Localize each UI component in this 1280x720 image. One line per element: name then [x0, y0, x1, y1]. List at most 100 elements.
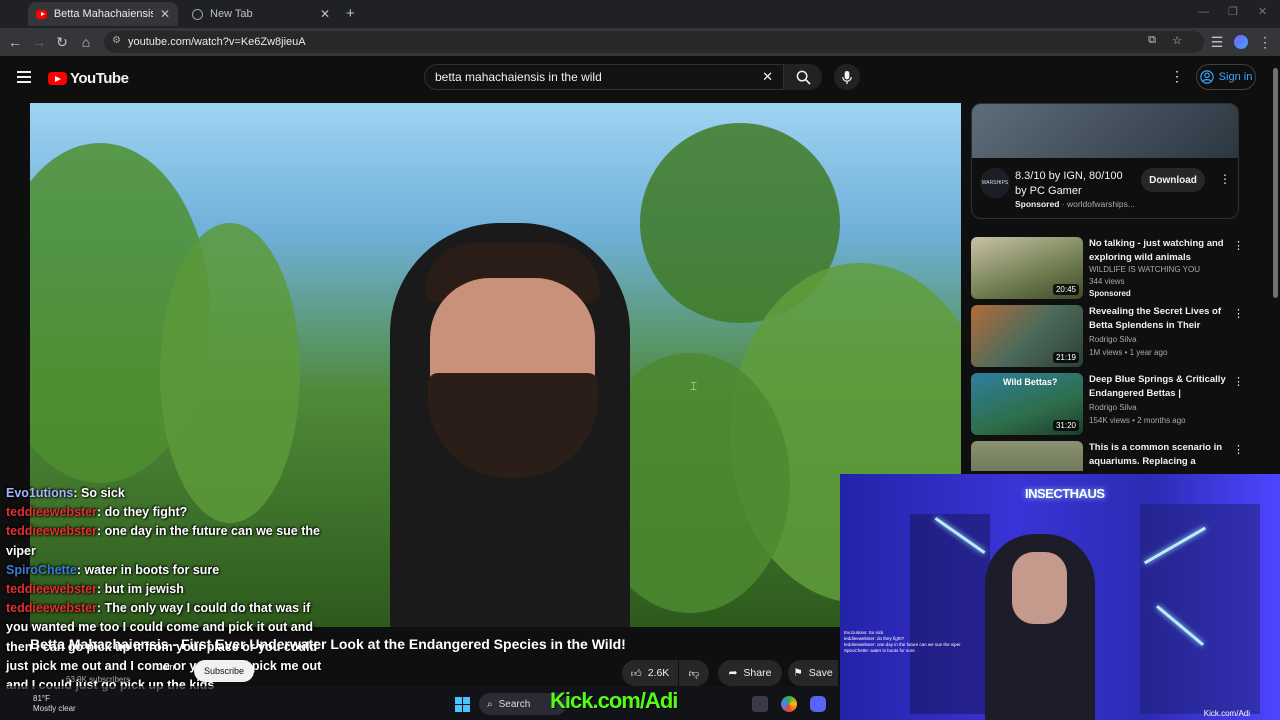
bookmark-star-icon[interactable]: ☆	[1172, 34, 1182, 47]
ad-banner-image	[972, 104, 1238, 158]
channel-name[interactable]: Rodrigo Silva	[1089, 403, 1137, 412]
save-label: Save	[808, 667, 833, 679]
streamer-webcam-overlay: INSECTHAUS Evo1utions: So sick teddieewe…	[840, 474, 1280, 720]
recommended-title[interactable]: No talking - just watching and exploring…	[1089, 237, 1227, 264]
maximize-icon[interactable]: ❐	[1228, 5, 1238, 18]
search-value: betta mahachaiensis in the wild	[435, 70, 602, 84]
video-menu-icon[interactable]: ⋮	[1233, 375, 1244, 388]
dislike-button[interactable]: 👎︎	[679, 660, 709, 686]
hamburger-menu-icon[interactable]	[17, 71, 31, 73]
clear-search-icon[interactable]: ✕	[762, 69, 773, 85]
streamer-handle: Kick.com/Adi	[1203, 709, 1250, 718]
sign-in-label: Sign in	[1218, 71, 1253, 83]
video-menu-icon[interactable]: ⋮	[1233, 307, 1244, 320]
install-app-icon[interactable]: ⧉	[1148, 34, 1156, 47]
taskbar-search-label: Search	[498, 698, 531, 710]
video-thumbnail[interactable]: 20:45	[971, 237, 1083, 299]
windows-taskbar	[0, 686, 840, 720]
browser-menu-icon[interactable]: ⋮	[1256, 33, 1274, 51]
url-bar[interactable]: ⚙ youtube.com/watch?v=Ke6Zw8jieuA ⧉ ☆	[104, 31, 1204, 53]
share-button[interactable]: ➦ Share	[718, 660, 782, 686]
recommended-video[interactable]: 21:19 Revealing the Secret Lives of Bett…	[971, 305, 1261, 367]
recommended-video[interactable]: 20:45 No talking - just watching and exp…	[971, 237, 1261, 299]
weather-widget[interactable]: 81°F Mostly clear	[33, 694, 76, 714]
subscriber-count: 63.9K subscribers	[66, 675, 131, 684]
temperature: 81°F	[33, 694, 50, 703]
video-menu-icon[interactable]: ⋮	[1233, 239, 1244, 252]
close-tab-icon[interactable]: ✕	[320, 7, 330, 21]
kick-banner: Kick.com/Adi	[550, 688, 678, 713]
new-tab-icon[interactable]: +	[346, 5, 355, 22]
join-button[interactable]: Join	[158, 662, 175, 672]
save-button[interactable]: ⚑ Save	[788, 660, 838, 686]
channel-name[interactable]: WILDLIFE IS WATCHING YOU	[1089, 265, 1200, 274]
chat-message: SpiroChette: water in boots for sure	[6, 562, 220, 577]
microphone-icon	[842, 70, 852, 84]
store-icon[interactable]	[752, 696, 768, 712]
extensions-icon[interactable]: ☰	[1208, 33, 1226, 51]
chat-message: teddieewebster: one day in the future ca…	[6, 524, 320, 558]
search-button[interactable]	[784, 64, 822, 90]
duration-badge: 31:20	[1052, 420, 1079, 431]
sign-in-button[interactable]: Sign in	[1196, 64, 1256, 90]
view-count: 344 views	[1089, 277, 1125, 286]
windows-start-icon[interactable]	[455, 697, 470, 712]
profile-avatar[interactable]	[1234, 35, 1248, 49]
settings-menu-icon[interactable]: ⋮	[1170, 68, 1184, 85]
recommended-video[interactable]: This is a common scenario in aquariums. …	[971, 441, 1261, 471]
video-thumbnail[interactable]	[971, 441, 1083, 471]
forward-icon[interactable]: →	[30, 33, 48, 51]
scrollbar-thumb[interactable]	[1273, 68, 1278, 298]
ad-download-button[interactable]: Download	[1141, 168, 1205, 192]
url-text: youtube.com/watch?v=Ke6Zw8jieuA	[128, 36, 306, 48]
video-thumbnail[interactable]: Wild Bettas? 31:20	[971, 373, 1083, 435]
search-icon: ⌕	[487, 698, 493, 710]
reload-icon[interactable]: ↻	[53, 33, 71, 51]
like-count: 2.6K	[647, 667, 670, 679]
duration-badge: 20:45	[1052, 284, 1079, 295]
tab-title: New Tab	[210, 8, 253, 20]
mini-chat-overlay: Evo1utions: So sick teddieewebster: do t…	[844, 630, 961, 653]
back-icon[interactable]: ←	[6, 33, 24, 51]
tab-youtube[interactable]: Betta Mahachaiensis - First Eve ✕	[28, 2, 178, 26]
youtube-logo[interactable]: YouTube	[48, 70, 129, 87]
recommended-video[interactable]: Wild Bettas? 31:20 Deep Blue Springs & C…	[971, 373, 1261, 435]
minimize-icon[interactable]: —	[1198, 6, 1209, 18]
ad-sponsor-line: Sponsored · worldofwarships...	[1015, 199, 1135, 209]
view-count: 154K views • 2 months ago	[1089, 416, 1186, 425]
save-playlist-icon: ⚑	[793, 667, 803, 679]
sponsored-ad-card[interactable]: WARSHIPS 8.3/10 by IGN, 80/100 by PC Gam…	[971, 103, 1239, 219]
view-count: 1M views • 1 year ago	[1089, 348, 1168, 357]
youtube-logo-text: YouTube	[70, 70, 129, 87]
recommended-title[interactable]: This is a common scenario in aquariums. …	[1089, 441, 1227, 468]
thumbs-up-icon: 👍︎	[630, 667, 642, 680]
video-thumbnail[interactable]: 21:19	[971, 305, 1083, 367]
youtube-header: YouTube betta mahachaiensis in the wild …	[0, 56, 1270, 100]
recommended-title[interactable]: Deep Blue Springs & Critically Endangere…	[1089, 373, 1227, 400]
chat-message: teddieewebster: do they fight?	[6, 505, 188, 520]
thumbs-down-icon: 👎︎	[688, 667, 700, 680]
chrome-icon[interactable]	[781, 696, 797, 712]
site-info-icon[interactable]: ⚙	[112, 35, 121, 46]
ad-menu-icon[interactable]: ⋮	[1219, 172, 1231, 186]
account-icon	[1199, 70, 1214, 84]
like-button[interactable]: 👍︎ 2.6K	[622, 660, 678, 686]
voice-search-button[interactable]	[834, 64, 860, 90]
discord-icon[interactable]	[810, 696, 826, 712]
address-toolbar: ← → ↻ ⌂ ⚙ youtube.com/watch?v=Ke6Zw8jieu…	[0, 28, 1280, 56]
channel-name[interactable]: Rodrigo Silva	[1089, 335, 1137, 344]
tab-new-tab[interactable]: New Tab ✕	[184, 2, 338, 26]
recommended-title[interactable]: Revealing the Secret Lives of Betta Sple…	[1089, 305, 1227, 332]
globe-icon	[192, 8, 203, 20]
video-menu-icon[interactable]: ⋮	[1233, 443, 1244, 456]
close-tab-icon[interactable]: ✕	[160, 7, 170, 21]
video-title: Betta Mahachaiensis - First Ever Underwa…	[30, 636, 626, 652]
search-input[interactable]: betta mahachaiensis in the wild ✕	[424, 64, 784, 90]
close-window-icon[interactable]: ✕	[1258, 5, 1267, 18]
share-label: Share	[743, 667, 772, 679]
share-icon: ➦	[728, 667, 738, 679]
subscribe-button[interactable]: Subscribe	[194, 660, 254, 682]
home-icon[interactable]: ⌂	[77, 33, 95, 51]
ad-title[interactable]: 8.3/10 by IGN, 80/100 by PC Gamer	[1015, 169, 1135, 199]
weather-condition: Mostly clear	[33, 704, 76, 713]
